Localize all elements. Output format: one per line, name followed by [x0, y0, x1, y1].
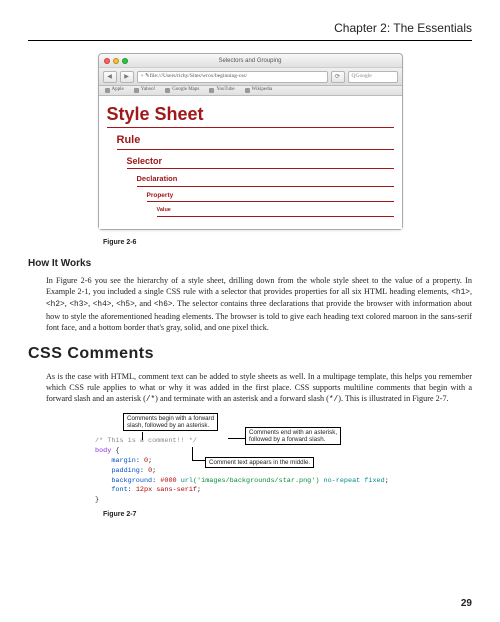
how-it-works-heading: How It Works — [28, 257, 472, 271]
callout-line — [192, 460, 205, 461]
browser-toolbar: ◀ ▶ + ✎ file:///Users/richy/Sites/wrox/b… — [99, 68, 402, 86]
bookmark-icon — [105, 88, 110, 93]
code-declaration: font: 12px sans-serif; — [95, 486, 405, 496]
bookmark-item[interactable]: Google Maps — [165, 87, 199, 94]
window-title: Selectors and Grouping — [99, 57, 402, 65]
how-it-works-para: In Figure 2-6 you see the hierarchy of a… — [46, 275, 472, 333]
page-number: 29 — [461, 597, 472, 611]
figure-2-7-code: Comments begin with a forwardslash, foll… — [95, 415, 405, 506]
callout-line — [142, 432, 143, 440]
bookmark-icon — [134, 88, 139, 93]
chapter-header: Chapter 2: The Essentials — [28, 20, 472, 41]
callout-close: Comments end with an asterisk,followed b… — [245, 427, 341, 445]
bookmark-item[interactable]: Apple — [105, 87, 124, 94]
reload-button[interactable]: ⟳ — [331, 71, 345, 83]
css-comments-para: As is the case with HTML, comment text c… — [46, 371, 472, 406]
figure-2-6-caption: Figure 2-6 — [103, 238, 472, 247]
callout-line — [228, 438, 245, 439]
property-heading: Property — [147, 192, 394, 203]
css-comments-heading: CSS Comments — [28, 343, 472, 365]
bookmark-item[interactable]: YouTube — [209, 87, 234, 94]
callout-open: Comments begin with a forwardslash, foll… — [123, 413, 218, 431]
browser-window: Selectors and Grouping ◀ ▶ + ✎ file:///U… — [98, 53, 403, 230]
bookmark-bar: Apple Yahoo! Google Maps YouTube Wikiped… — [99, 86, 402, 96]
declaration-heading: Declaration — [137, 174, 394, 186]
code-declaration: background: #000 url('images/backgrounds… — [95, 477, 405, 487]
selector-heading: Selector — [127, 155, 394, 169]
rule-heading: Rule — [117, 133, 394, 150]
callout-middle: Comment text appears in the middle. — [205, 457, 314, 468]
callout-line — [192, 447, 193, 460]
search-placeholder: Google — [355, 73, 371, 80]
code-brace-close: } — [95, 496, 405, 506]
search-field[interactable]: Q Google — [348, 71, 398, 83]
figure-2-7-caption: Figure 2-7 — [103, 510, 472, 519]
back-button[interactable]: ◀ — [103, 71, 117, 83]
bookmark-icon — [165, 88, 170, 93]
style-sheet-heading: Style Sheet — [107, 102, 394, 128]
forward-button[interactable]: ▶ — [120, 71, 134, 83]
address-bar[interactable]: + ✎ file:///Users/richy/Sites/wrox/begin… — [137, 71, 328, 83]
browser-content: Style Sheet Rule Selector Declaration Pr… — [99, 96, 402, 229]
browser-titlebar: Selectors and Grouping — [99, 54, 402, 68]
value-heading: Value — [157, 207, 394, 216]
code-selector: body { — [95, 447, 405, 457]
address-text: file:///Users/richy/Sites/wrox/beginning… — [150, 73, 247, 80]
bookmark-icon — [245, 88, 250, 93]
bookmark-icon — [209, 88, 214, 93]
bookmark-item[interactable]: Wikipedia — [245, 87, 273, 94]
bookmark-item[interactable]: Yahoo! — [134, 87, 156, 94]
